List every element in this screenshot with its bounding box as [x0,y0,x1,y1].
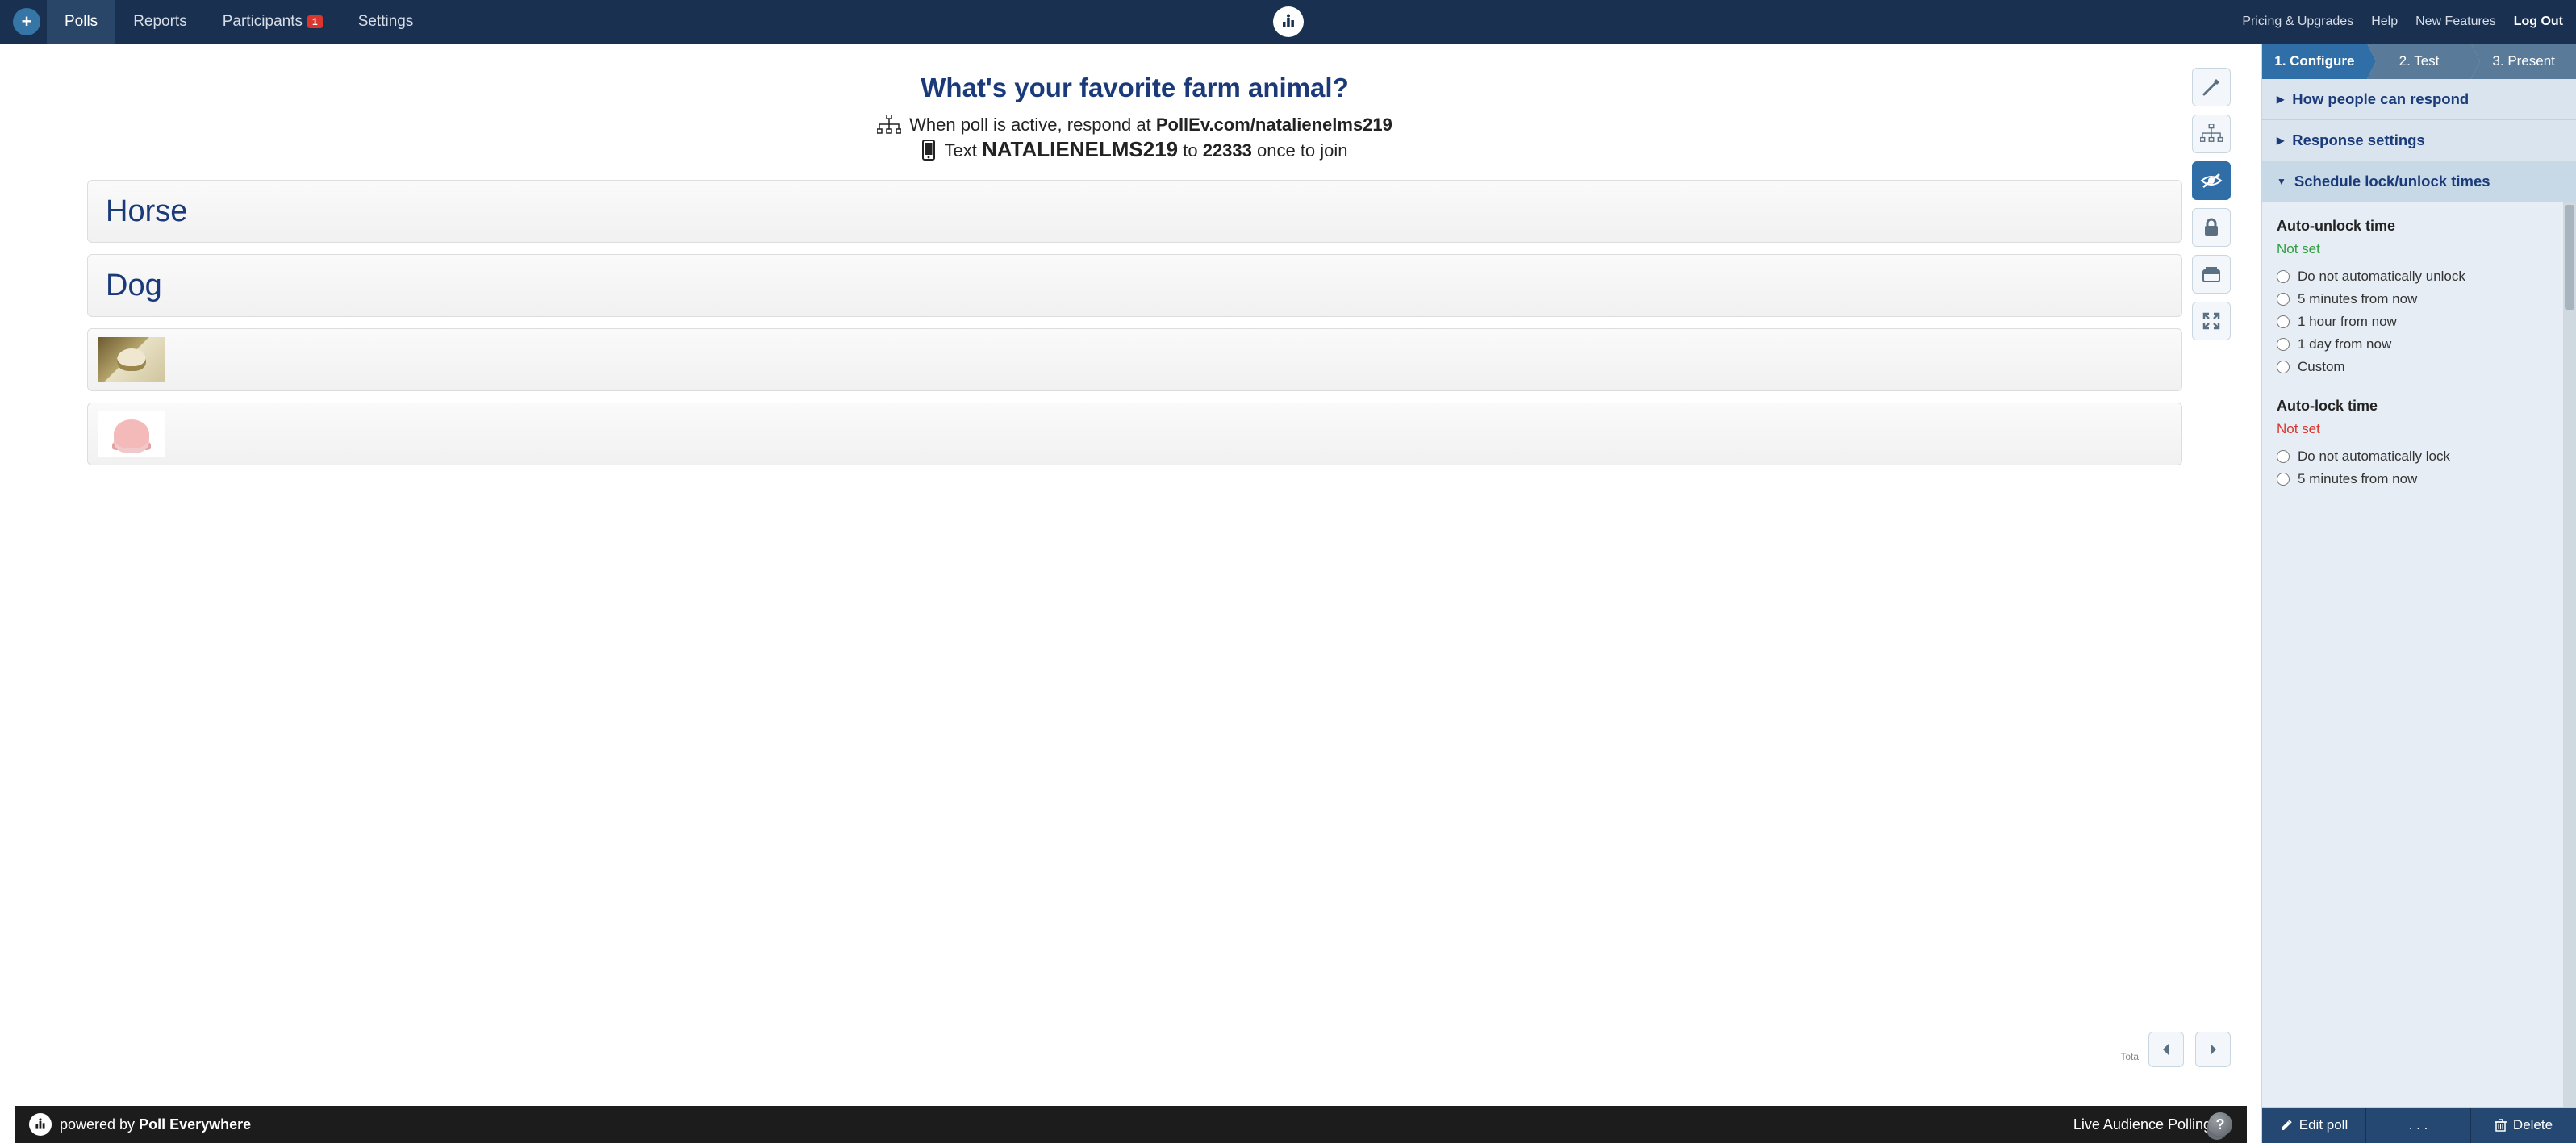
nav-link-log-out[interactable]: Log Out [2514,15,2563,29]
poll-option-image[interactable] [87,328,2182,391]
caret-down-icon: ▼ [2277,176,2286,187]
auto-lock-option[interactable]: Do not automatically lock [2277,448,2561,465]
nav-item-reports[interactable]: Reports [115,0,205,44]
auto-unlock-option[interactable]: Do not automatically unlock [2277,269,2561,285]
poll-title: What's your favorite farm animal? [87,73,2182,103]
prev-poll-button[interactable] [2148,1032,2184,1067]
auto-unlock-option[interactable]: 5 minutes from now [2277,291,2561,307]
accordion-how-people-can-respond[interactable]: ▶How people can respond [2262,79,2576,119]
more-actions-button[interactable]: . . . [2366,1108,2471,1143]
toolbar [2192,68,2231,340]
delete-poll-button[interactable]: Delete [2471,1108,2576,1143]
radio-input[interactable] [2277,293,2290,306]
add-poll-button[interactable]: + [13,8,40,35]
step-2[interactable]: 2. Test [2367,44,2472,79]
nav-link-help[interactable]: Help [2371,15,2398,29]
help-bubble-icon[interactable]: ? [2208,1112,2232,1137]
auto-unlock-option[interactable]: 1 day from now [2277,336,2561,352]
auto-lock-option[interactable]: 5 minutes from now [2277,471,2561,487]
auto-unlock-option[interactable]: 1 hour from now [2277,314,2561,330]
network-icon [877,115,901,136]
lock-button[interactable] [2192,208,2231,247]
radio-input[interactable] [2277,315,2290,328]
step-3[interactable]: 3. Present [2471,44,2576,79]
auto-lock-title: Auto-lock time [2277,398,2561,415]
accordion-schedule-lock-unlock-times[interactable]: ▼Schedule lock/unlock times [2262,161,2576,202]
poll-option-image[interactable] [87,403,2182,465]
next-poll-button[interactable] [2195,1032,2231,1067]
poll-option[interactable]: Horse [87,180,2182,243]
sheep-thumbnail [98,337,165,382]
hide-results-button[interactable] [2192,161,2231,200]
caret-right-icon: ▶ [2277,94,2284,105]
nav-item-polls[interactable]: Polls [47,0,115,44]
caret-right-icon: ▶ [2277,135,2284,146]
visual-settings-button[interactable] [2192,68,2231,106]
nav-item-settings[interactable]: Settings [340,0,432,44]
poll-canvas: What's your favorite farm animal? When p… [15,58,2247,1143]
phone-icon [921,140,936,161]
auto-lock-status: Not set [2277,421,2561,437]
clear-results-button[interactable] [2192,255,2231,294]
radio-input[interactable] [2277,361,2290,373]
show-instructions-button[interactable] [2192,115,2231,153]
accordion-response-settings[interactable]: ▶Response settings [2262,120,2576,161]
nav-badge: 1 [307,15,323,28]
fullscreen-button[interactable] [2192,302,2231,340]
radio-input[interactable] [2277,473,2290,486]
nav-link-new-features[interactable]: New Features [2415,15,2496,29]
sidebar: 1. Configure2. Test3. Present ▶How peopl… [2261,44,2576,1143]
scrollbar[interactable] [2563,202,2576,1107]
pig-thumbnail [98,411,165,457]
footer-right-text: Live Audience Polling [2073,1116,2211,1133]
auto-unlock-title: Auto-unlock time [2277,218,2561,235]
edit-poll-button[interactable]: Edit poll [2262,1108,2366,1143]
brand-logo[interactable] [1273,6,1304,37]
radio-input[interactable] [2277,338,2290,351]
poll-footer: powered by Poll Everywhere Live Audience… [15,1106,2247,1143]
footer-logo-icon [29,1113,52,1136]
radio-input[interactable] [2277,450,2290,463]
auto-unlock-option[interactable]: Custom [2277,359,2561,375]
poll-option[interactable]: Dog [87,254,2182,317]
auto-unlock-status: Not set [2277,241,2561,257]
poll-instructions: When poll is active, respond at PollEv.c… [87,115,2182,162]
nav-link-pricing-upgrades[interactable]: Pricing & Upgrades [2242,15,2353,29]
step-1[interactable]: 1. Configure [2262,44,2367,79]
top-nav: + PollsReportsParticipants1Settings Pric… [0,0,2576,44]
nav-item-participants[interactable]: Participants1 [205,0,340,44]
total-label: Tota [2120,1051,2139,1062]
accordion-body: Auto-unlock time Not set Do not automatica… [2262,202,2576,1107]
radio-input[interactable] [2277,270,2290,283]
